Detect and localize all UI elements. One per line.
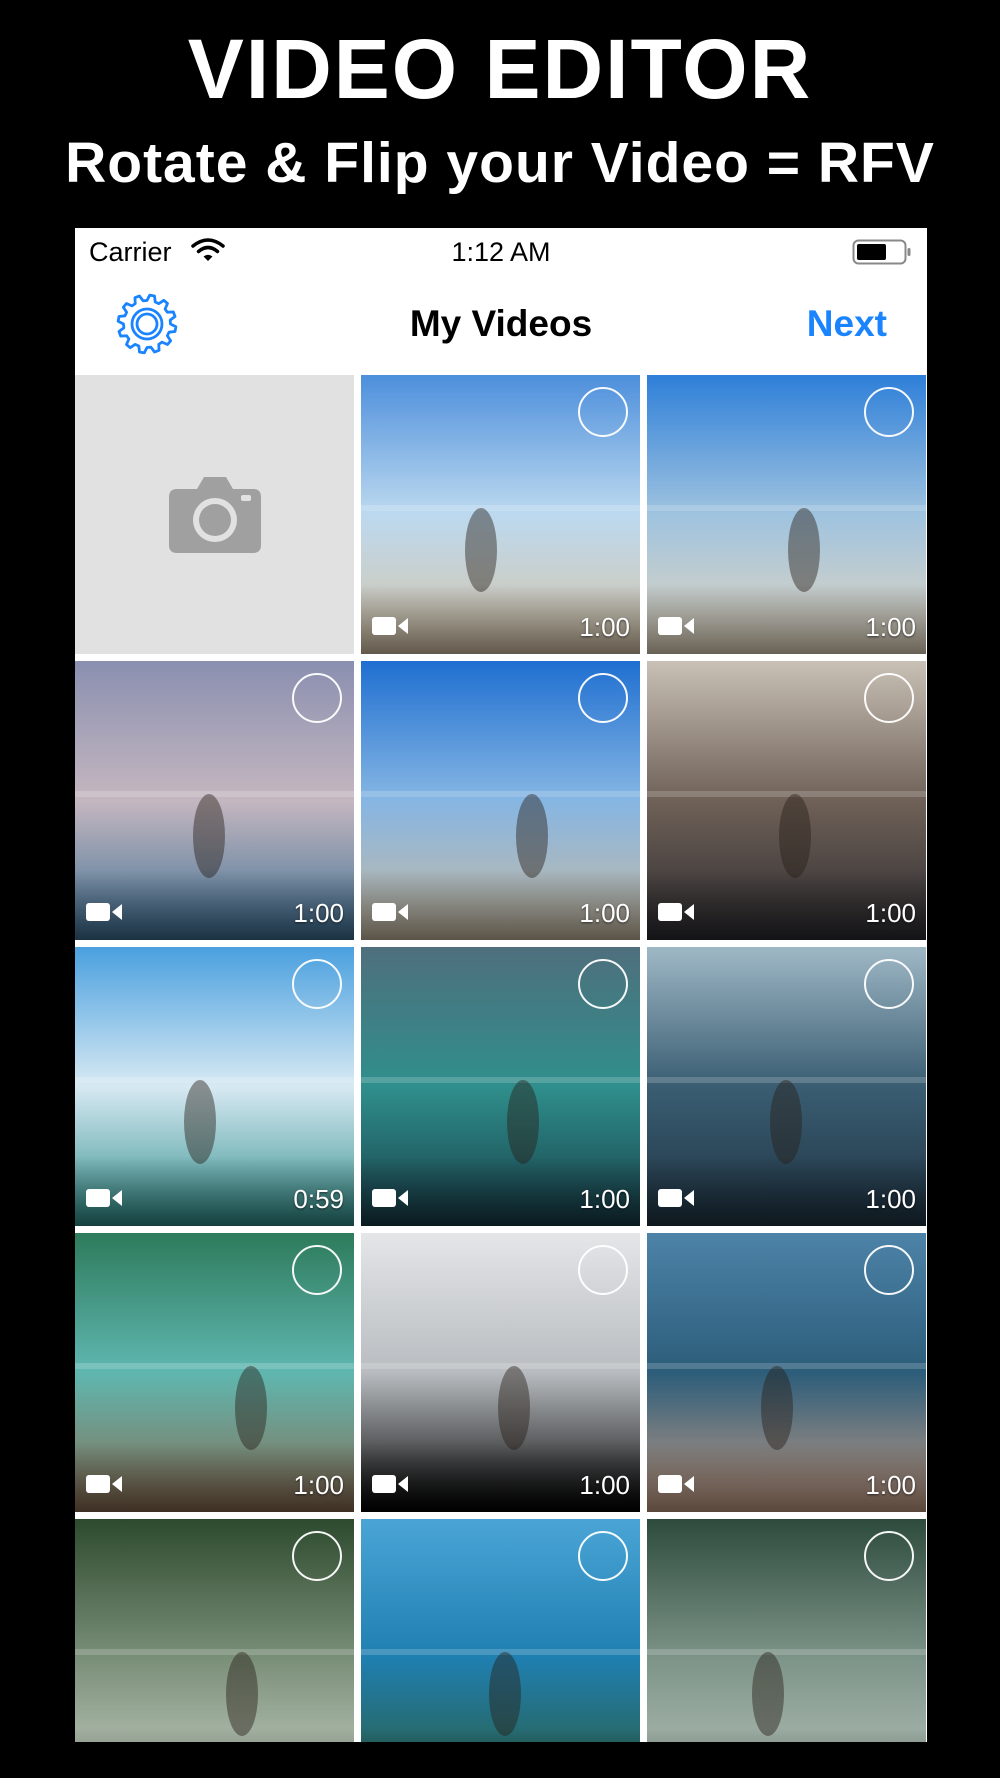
select-circle[interactable]: [292, 673, 342, 723]
video-duration: 1:00: [293, 1470, 344, 1500]
phone-screen: Carrier 1:12 AM My Videos Next 1:00 1:00 1…: [75, 228, 927, 1742]
video-duration: 0:59: [293, 1184, 344, 1214]
page-title: My Videos: [409, 303, 593, 344]
video-duration: 1:00: [865, 1470, 916, 1500]
video-camera-icon: [372, 1189, 408, 1207]
thumbnail-shade: [75, 1728, 354, 1742]
select-circle[interactable]: [864, 1531, 914, 1581]
video-tile[interactable]: [647, 1519, 926, 1742]
camera-tile[interactable]: [75, 375, 354, 654]
select-circle[interactable]: [864, 1245, 914, 1295]
video-tile[interactable]: 1:00: [361, 375, 640, 654]
video-tile[interactable]: 1:00: [647, 947, 926, 1226]
navigation-bar: My Videos Next: [75, 274, 927, 374]
video-duration: 1:00: [865, 898, 916, 928]
video-duration: 1:00: [865, 612, 916, 642]
next-button[interactable]: Next: [807, 298, 887, 350]
thumbnail-shade: [647, 1728, 926, 1742]
video-tile[interactable]: 0:59: [75, 947, 354, 1226]
video-tile[interactable]: 1:00: [361, 947, 640, 1226]
video-tile[interactable]: 1:00: [361, 1233, 640, 1512]
video-camera-icon: [86, 1475, 122, 1493]
battery-icon: [852, 239, 911, 265]
video-camera-icon: [658, 1475, 694, 1493]
video-duration: 1:00: [293, 898, 344, 928]
video-tile[interactable]: [75, 1519, 354, 1742]
select-circle[interactable]: [864, 673, 914, 723]
video-duration: 1:00: [579, 898, 630, 928]
video-tile[interactable]: [361, 1519, 640, 1742]
select-circle[interactable]: [864, 959, 914, 1009]
video-camera-icon: [658, 903, 694, 921]
status-bar: Carrier 1:12 AM: [75, 228, 927, 274]
video-duration: 1:00: [579, 612, 630, 642]
select-circle[interactable]: [578, 673, 628, 723]
select-circle[interactable]: [292, 1245, 342, 1295]
thumbnail-shade: [361, 1728, 640, 1742]
video-camera-icon: [372, 903, 408, 921]
video-tile[interactable]: 1:00: [361, 661, 640, 940]
video-camera-icon: [658, 617, 694, 635]
select-circle[interactable]: [864, 387, 914, 437]
video-camera-icon: [86, 903, 122, 921]
select-circle[interactable]: [292, 1531, 342, 1581]
video-duration: 1:00: [579, 1470, 630, 1500]
video-tile[interactable]: 1:00: [647, 661, 926, 940]
video-camera-icon: [86, 1189, 122, 1207]
promo-subtitle: Rotate & Flip your Video = RFV: [65, 131, 935, 195]
select-circle[interactable]: [578, 1531, 628, 1581]
select-circle[interactable]: [578, 959, 628, 1009]
video-camera-icon: [372, 617, 408, 635]
select-circle[interactable]: [578, 1245, 628, 1295]
status-time: 1:12 AM: [451, 237, 551, 267]
video-tile[interactable]: 1:00: [75, 1233, 354, 1512]
video-duration: 1:00: [865, 1184, 916, 1214]
video-tile[interactable]: 1:00: [647, 375, 926, 654]
video-camera-icon: [658, 1189, 694, 1207]
select-circle[interactable]: [292, 959, 342, 1009]
video-tile[interactable]: 1:00: [75, 661, 354, 940]
camera-icon: [169, 477, 261, 553]
video-tile[interactable]: 1:00: [647, 1233, 926, 1512]
video-camera-icon: [372, 1475, 408, 1493]
select-circle[interactable]: [578, 387, 628, 437]
video-duration: 1:00: [579, 1184, 630, 1214]
promo-title: VIDEO EDITOR: [187, 22, 813, 116]
